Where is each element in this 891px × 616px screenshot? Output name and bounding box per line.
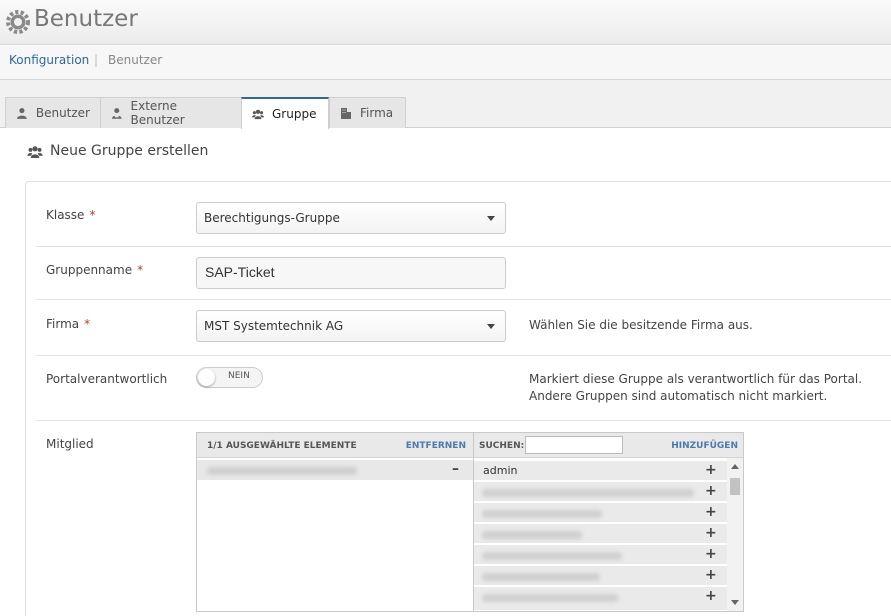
search-label: SUCHEN: [479, 441, 525, 451]
search-input[interactable] [525, 436, 623, 454]
add-member-button[interactable]: + [705, 525, 717, 541]
building-icon [341, 108, 351, 119]
available-member-item[interactable]: + [474, 524, 727, 544]
add-all-button[interactable]: HINZUFÜGEN [671, 441, 738, 451]
tab-firma[interactable]: Firma [329, 97, 406, 128]
toggle-knob [198, 369, 215, 386]
tab-label: Gruppe [272, 107, 317, 121]
available-list: SUCHEN: HINZUFÜGEN admin + + + + + + + [474, 433, 743, 611]
mitglied-label: Mitglied [46, 437, 94, 451]
tab-label: Benutzer [35, 106, 90, 120]
tab-externe-benutzer[interactable]: Externe Benutzer [100, 97, 242, 128]
gruppenname-input[interactable]: SAP-Ticket [196, 257, 506, 289]
tab-gruppe[interactable]: Gruppe [241, 97, 329, 129]
redacted-text [482, 573, 600, 581]
add-member-button[interactable]: + [705, 483, 717, 499]
chevron-down-icon [487, 324, 495, 329]
available-member-item[interactable]: + [474, 566, 727, 586]
available-list-scrollbar[interactable] [727, 458, 743, 611]
remove-all-button[interactable]: ENTFERNEN [406, 441, 466, 451]
available-member-item[interactable]: + [474, 587, 727, 611]
redacted-text [482, 552, 622, 560]
tab-label: Firma [360, 106, 394, 120]
toggle-state-text: NEIN [228, 371, 250, 381]
page-title: Benutzer [34, 6, 138, 32]
remove-member-button[interactable]: – [452, 461, 459, 477]
add-member-button[interactable]: + [705, 504, 717, 520]
scroll-up-icon[interactable] [731, 464, 739, 469]
chevron-down-icon [487, 216, 495, 221]
redacted-text [482, 594, 618, 602]
gear-icon [6, 10, 30, 34]
selected-member-item[interactable]: – [197, 460, 473, 481]
redacted-text [482, 510, 602, 518]
scroll-thumb[interactable] [730, 478, 740, 495]
external-user-icon [111, 108, 122, 119]
top-bar: Benutzer [0, 0, 891, 45]
gruppenname-label: Gruppenname * [46, 263, 144, 277]
portal-label: Portalverantwortlich [46, 372, 168, 386]
add-member-button[interactable]: + [705, 567, 717, 583]
form-row-firma: Firma * MST Systemtechnik AG Wählen Sie d… [36, 300, 891, 356]
available-member-item[interactable]: + [474, 545, 727, 565]
user-icon [16, 107, 27, 119]
form-row-portal: Portalverantwortlich NEIN Markiert diese… [36, 356, 891, 421]
member-multiselect: 1/1 AUSGEWÄHLTE ELEMENTE ENTFERNEN – SUC… [196, 432, 744, 612]
breadcrumb-separator: | [94, 53, 99, 67]
klasse-label: Klasse * [46, 208, 96, 222]
breadcrumb-link-konfiguration[interactable]: Konfiguration [9, 53, 89, 67]
breadcrumb: Konfiguration | Benutzer [0, 46, 891, 80]
available-member-item[interactable]: + [474, 482, 727, 502]
portal-hint: Markiert diese Gruppe als verantwortlich… [529, 372, 863, 403]
available-member-item[interactable]: admin + [474, 461, 727, 481]
scroll-down-icon[interactable] [731, 600, 739, 605]
add-member-button[interactable]: + [705, 462, 717, 478]
users-icon [27, 145, 43, 158]
users-icon [252, 109, 264, 120]
section-title: Neue Gruppe erstellen [27, 143, 208, 159]
form-row-klasse: Klasse * Berechtigungs-Gruppe [36, 182, 891, 247]
available-member-item[interactable]: + [474, 503, 727, 523]
breadcrumb-current: Benutzer [108, 53, 163, 67]
redacted-text [482, 531, 582, 539]
redacted-text [482, 489, 694, 497]
firma-hint: Wählen Sie die besitzende Firma aus. [529, 318, 753, 332]
tab-benutzer[interactable]: Benutzer [5, 97, 101, 128]
member-name: admin [483, 464, 518, 477]
form-row-gruppenname: Gruppenname * SAP-Ticket [36, 247, 891, 300]
selected-list-header: 1/1 AUSGEWÄHLTE ELEMENTE ENTFERNEN [197, 433, 473, 458]
section-title-text: Neue Gruppe erstellen [50, 143, 209, 159]
available-list-header: SUCHEN: HINZUFÜGEN [474, 433, 743, 458]
selected-list: 1/1 AUSGEWÄHLTE ELEMENTE ENTFERNEN – [197, 433, 474, 611]
klasse-select[interactable]: Berechtigungs-Gruppe [196, 202, 506, 234]
selected-count: 1/1 AUSGEWÄHLTE ELEMENTE [207, 441, 357, 451]
tab-strip: Benutzer Externe Benutzer Gruppe Firma [0, 80, 891, 129]
firma-select[interactable]: MST Systemtechnik AG [196, 310, 506, 342]
add-member-button[interactable]: + [705, 588, 717, 604]
redacted-text [207, 467, 357, 475]
add-member-button[interactable]: + [705, 546, 717, 562]
tab-label: Externe Benutzer [130, 99, 185, 127]
portal-toggle[interactable]: NEIN [196, 367, 263, 388]
firma-label: Firma * [46, 317, 91, 331]
